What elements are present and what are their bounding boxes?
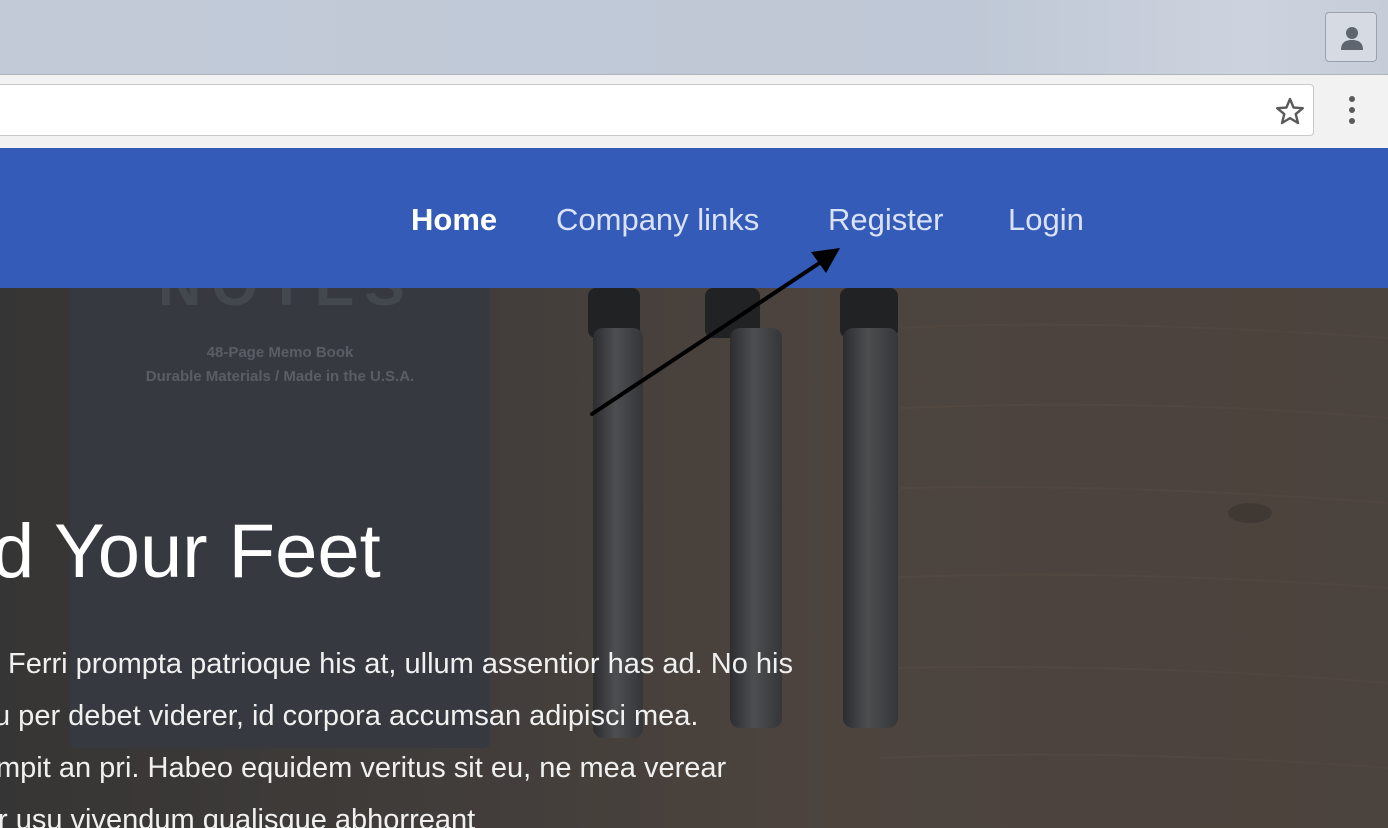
browser-toolbar <box>0 74 1388 148</box>
nav-login-link[interactable]: Login <box>1008 200 1084 240</box>
person-icon <box>1341 27 1363 50</box>
hero-heading: d Your Feet <box>0 509 381 594</box>
nav-company-links-link[interactable]: Company links <box>556 200 759 240</box>
star-icon[interactable] <box>1273 95 1307 129</box>
profile-button[interactable] <box>1325 12 1377 62</box>
hero-paragraph-line: u per debet viderer, id corpora accumsan… <box>0 700 699 732</box>
nav-home-link[interactable]: Home <box>411 200 497 240</box>
hero-paragraph-line: r usu vivendum qualisque abhorreant <box>0 804 476 828</box>
hero-paragraph-line: Ferri prompta patrioque his at, ullum as… <box>8 648 793 680</box>
browser-title-bar <box>0 0 1388 74</box>
vertical-dots-icon[interactable] <box>1338 94 1366 128</box>
nav-register-link[interactable]: Register <box>828 200 943 240</box>
hero-paragraph-line: mpit an pri. Habeo equidem veritus sit e… <box>0 752 727 784</box>
site-navbar: Home Company links Register Login <box>0 148 1388 288</box>
address-bar[interactable] <box>0 84 1314 136</box>
web-page: Home Company links Register Login NOTES … <box>0 148 1388 828</box>
